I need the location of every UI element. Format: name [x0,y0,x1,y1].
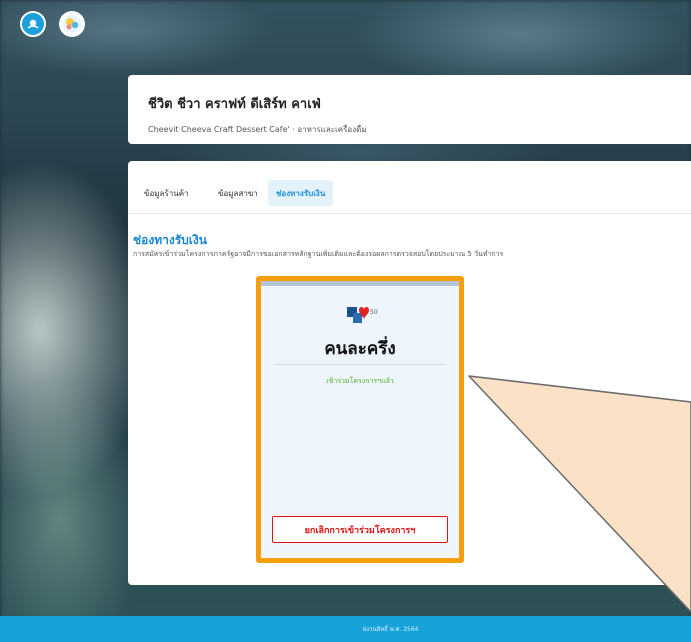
footer: สงวนสิทธิ์ พ.ศ. 2564 [0,616,691,642]
callout-pointer [468,375,691,613]
footer-copyright: สงวนสิทธิ์ พ.ศ. 2564 [362,626,419,633]
